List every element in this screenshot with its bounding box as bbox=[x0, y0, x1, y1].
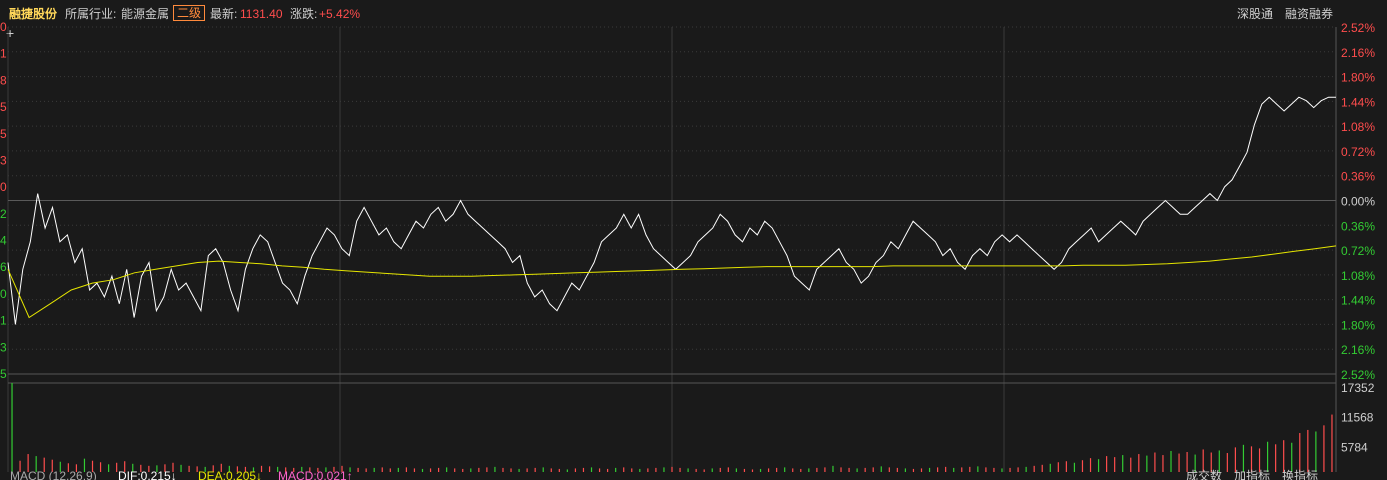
volume-tick: 11568 bbox=[1341, 411, 1374, 425]
y-tick-left: 5 bbox=[0, 367, 7, 381]
macd-item: DEA:0.205↓ bbox=[198, 469, 262, 480]
y-tick-right: 1.08% bbox=[1341, 269, 1375, 283]
y-tick-right: 1.80% bbox=[1341, 71, 1375, 85]
y-tick-left: 8 bbox=[0, 73, 7, 87]
indicator-button: 加指标 bbox=[1234, 468, 1270, 480]
volume-tick: 17352 bbox=[1341, 381, 1375, 395]
macd-item: DIF:0.215↓ bbox=[118, 469, 177, 480]
macd-item: MACD:0.021↑ bbox=[278, 469, 353, 480]
intraday-chart[interactable]: 2.52% 2.16% 1.80% 1.44% 1.08% 0.72% 0.36% 0.00%… bbox=[0, 0, 1387, 480]
y-tick-left: 2 bbox=[0, 207, 7, 221]
y-tick-right: 2.52% bbox=[1341, 368, 1375, 382]
y-tick-left: 0 bbox=[0, 287, 7, 301]
y-tick-right: 1.44% bbox=[1341, 294, 1375, 308]
y-tick-right: 1.80% bbox=[1341, 318, 1375, 332]
y-tick-right: 0.36% bbox=[1341, 219, 1375, 233]
y-tick-left: 0 bbox=[0, 180, 7, 194]
y-tick-left: 0 bbox=[0, 20, 7, 34]
indicator-button: 换指标 bbox=[1282, 468, 1318, 480]
y-tick-left: 1 bbox=[0, 314, 7, 328]
y-tick-right: 2.52% bbox=[1341, 21, 1375, 35]
y-tick-right: 2.16% bbox=[1341, 46, 1375, 60]
y-tick-right: 0.36% bbox=[1341, 170, 1375, 184]
y-tick-left: 3 bbox=[0, 153, 7, 167]
y-tick-left: 1 bbox=[0, 47, 7, 61]
macd-item: MACD (12,26,9) bbox=[10, 469, 97, 480]
indicator-button: 成交数 bbox=[1186, 468, 1222, 480]
y-tick-left: 3 bbox=[0, 340, 7, 354]
y-tick-right: 1.08% bbox=[1341, 120, 1375, 134]
y-tick-right: 2.16% bbox=[1341, 343, 1375, 357]
y-tick-left: 5 bbox=[0, 127, 7, 141]
y-tick-left: 4 bbox=[0, 234, 7, 248]
y-tick-right: 0.72% bbox=[1341, 145, 1375, 159]
y-tick-right: 0.72% bbox=[1341, 244, 1375, 258]
y-tick-right: 0.00% bbox=[1341, 195, 1375, 209]
y-tick-right: 1.44% bbox=[1341, 95, 1375, 109]
volume-tick: 5784 bbox=[1341, 440, 1368, 454]
y-tick-left: 5 bbox=[0, 100, 7, 114]
y-tick-left: 6 bbox=[0, 260, 7, 274]
